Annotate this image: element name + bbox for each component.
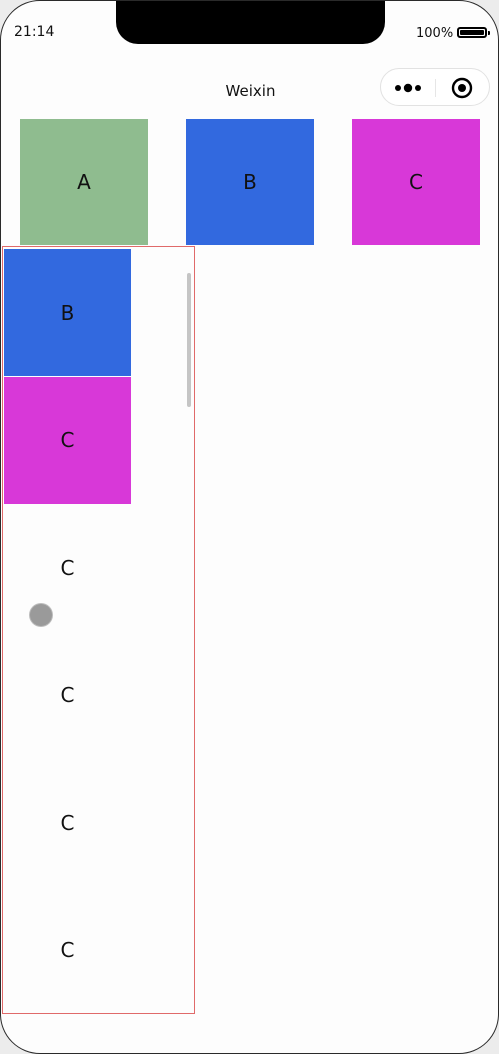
top-box-2: C [352,119,480,245]
list-item-5: C [60,938,75,962]
close-miniprogram-icon[interactable] [451,77,473,99]
more-dots-icon[interactable] [394,80,424,96]
scroll-view[interactable]: BCCCCC [2,246,195,1014]
battery-percent: 100% [416,26,454,41]
list-item-1: C [4,376,131,504]
battery-icon [457,27,490,38]
list-item-2: C [60,555,75,580]
list-item-0: B [4,249,131,376]
top-box-0: A [20,119,148,245]
phone-frame: 21:14 100% Weixin ABC BCCCCC [0,0,499,1054]
device-notch [116,1,385,44]
list-item-4: C [60,810,75,835]
touch-indicator [30,604,52,626]
list-item-3: C [60,683,75,707]
status-time: 21:14 [14,24,55,40]
menu-capsule [380,68,490,106]
scrollbar[interactable] [187,273,191,407]
top-box-1: B [186,119,314,245]
capsule-divider [435,79,436,97]
